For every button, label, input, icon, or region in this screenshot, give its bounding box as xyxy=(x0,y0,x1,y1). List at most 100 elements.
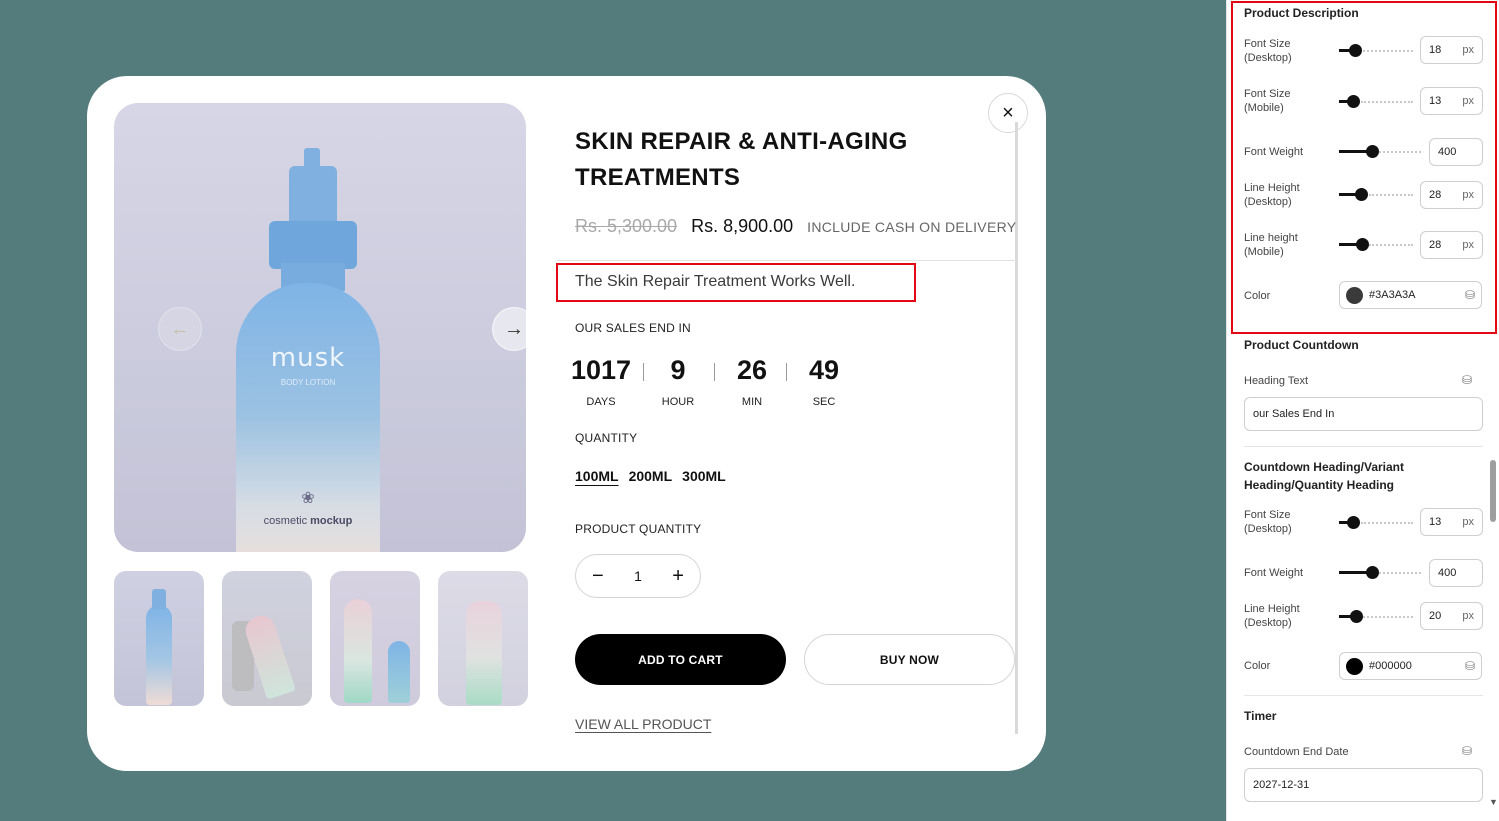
heading-color-picker[interactable]: #000000 ⛁ xyxy=(1339,652,1482,680)
product-description: The Skin Repair Treatment Works Well. xyxy=(575,273,856,290)
countdown-heading: OUR SALES END IN xyxy=(575,321,691,335)
label-line: (Mobile) xyxy=(1244,246,1284,258)
variant-300ml[interactable]: 300ML xyxy=(682,468,726,484)
label-line: Font Size xyxy=(1244,509,1291,521)
seconds-value: 49 xyxy=(808,355,840,385)
hours-value: 9 xyxy=(670,355,686,385)
thumbnail-4[interactable] xyxy=(438,571,528,706)
line-height-mobile-label: Line height (Mobile) xyxy=(1244,231,1298,259)
slider-knob[interactable] xyxy=(1347,516,1360,529)
database-icon[interactable]: ⛁ xyxy=(1465,659,1475,673)
heading-font-size-slider[interactable] xyxy=(1339,516,1413,529)
heading-color-label: Color xyxy=(1244,660,1271,672)
scroll-down-icon[interactable]: ▼ xyxy=(1489,797,1498,807)
add-to-cart-button[interactable]: ADD TO CART xyxy=(575,634,786,685)
line-height-desktop-input[interactable]: 28 px xyxy=(1420,181,1483,209)
end-date-input[interactable]: 2027-12-31 xyxy=(1244,768,1483,802)
color-value: #3A3A3A xyxy=(1369,289,1416,301)
variant-100ml[interactable]: 100ML xyxy=(575,468,619,484)
prev-image-button[interactable]: ← xyxy=(158,307,202,351)
color-swatch[interactable] xyxy=(1346,657,1363,675)
quantity-value[interactable]: 1 xyxy=(634,568,642,584)
slider-knob[interactable] xyxy=(1350,610,1363,623)
heading-line-height-input[interactable]: 20 px xyxy=(1420,602,1483,630)
title-line: Countdown Heading/Variant xyxy=(1244,460,1405,474)
price-row: Rs. 5,300.00 Rs. 8,900.00 INCLUDE CASH O… xyxy=(575,216,1016,237)
thumbnail-1[interactable] xyxy=(114,571,204,706)
heading-font-weight-slider[interactable] xyxy=(1339,566,1421,579)
line-height-mobile-slider[interactable] xyxy=(1339,238,1413,251)
label-line: (Desktop) xyxy=(1244,523,1292,535)
slider-knob[interactable] xyxy=(1355,188,1368,201)
font-size-mobile-label: Font Size (Mobile) xyxy=(1244,87,1290,115)
slider-knob[interactable] xyxy=(1356,238,1369,251)
quick-view-modal: musk BODY LOTION ❀ cosmetic mockup ← → ×… xyxy=(87,76,1046,771)
view-all-product-link[interactable]: VIEW ALL PRODUCT xyxy=(575,716,711,732)
font-size-desktop-slider[interactable] xyxy=(1339,44,1413,57)
color-label: Color xyxy=(1244,290,1271,302)
countdown-separator xyxy=(786,363,787,381)
heading-line-height-slider[interactable] xyxy=(1339,610,1413,623)
arrow-right-icon: → xyxy=(504,317,524,340)
value: 28 xyxy=(1429,189,1442,201)
label-line: Line Height xyxy=(1244,603,1300,615)
thumbnail-2[interactable] xyxy=(222,571,312,706)
settings-panel: Product Description Font Size (Desktop) … xyxy=(1226,0,1499,821)
heading-text-label: Heading Text xyxy=(1244,375,1309,387)
days-value: 1017 xyxy=(570,355,632,385)
next-image-button[interactable]: → xyxy=(492,307,526,351)
line-height-mobile-input[interactable]: 28 px xyxy=(1420,231,1483,259)
product-quantity-heading: PRODUCT QUANTITY xyxy=(575,522,702,536)
bottle-brand-text: musk xyxy=(270,343,346,373)
font-weight-input[interactable]: 400 xyxy=(1429,138,1483,166)
font-size-mobile-slider[interactable] xyxy=(1339,95,1413,108)
minus-icon[interactable]: − xyxy=(592,565,604,588)
color-swatch[interactable] xyxy=(1346,286,1363,304)
panel-scrollbar-thumb[interactable] xyxy=(1490,460,1496,522)
section-divider xyxy=(1244,695,1483,696)
close-button[interactable]: × xyxy=(988,93,1028,133)
unit: px xyxy=(1462,95,1474,107)
label-line: (Desktop) xyxy=(1244,617,1292,629)
value: 400 xyxy=(1438,146,1457,158)
mockup-word-a: cosmetic xyxy=(263,515,308,527)
font-weight-slider[interactable] xyxy=(1339,145,1421,158)
thumbnail-strip xyxy=(114,571,528,706)
font-size-desktop-label: Font Size (Desktop) xyxy=(1244,37,1292,65)
buy-now-button[interactable]: BUY NOW xyxy=(804,634,1015,685)
label-line: (Desktop) xyxy=(1244,52,1292,64)
countdown-hours: 9 HOUR xyxy=(658,354,698,408)
timer-section-title: Timer xyxy=(1244,709,1277,723)
value: 13 xyxy=(1429,516,1442,528)
unit: px xyxy=(1462,189,1474,201)
font-size-mobile-input[interactable]: 13 px xyxy=(1420,87,1483,115)
preview-canvas: musk BODY LOTION ❀ cosmetic mockup ← → ×… xyxy=(0,0,1226,821)
cod-note: INCLUDE CASH ON DELIVERY xyxy=(807,219,1017,235)
font-size-desktop-input[interactable]: 18 px xyxy=(1420,36,1483,64)
variant-200ml[interactable]: 200ML xyxy=(629,468,673,484)
plus-icon[interactable]: + xyxy=(672,565,684,588)
thumbnail-3[interactable] xyxy=(330,571,420,706)
database-icon[interactable]: ⛁ xyxy=(1462,744,1472,758)
heading-font-size-input[interactable]: 13 px xyxy=(1420,508,1483,536)
line-height-desktop-slider[interactable] xyxy=(1339,188,1413,201)
slider-knob[interactable] xyxy=(1347,95,1360,108)
minutes-value: 26 xyxy=(736,355,768,385)
value: 400 xyxy=(1438,567,1457,579)
line-height-desktop-label: Line Height (Desktop) xyxy=(1244,181,1300,209)
heading-font-size-label: Font Size (Desktop) xyxy=(1244,508,1292,536)
old-price: Rs. 5,300.00 xyxy=(575,216,678,236)
unit: px xyxy=(1462,44,1474,56)
slider-knob[interactable] xyxy=(1349,44,1362,57)
value: 28 xyxy=(1429,239,1442,251)
database-icon[interactable]: ⛁ xyxy=(1462,373,1472,387)
slider-knob[interactable] xyxy=(1366,145,1379,158)
slider-knob[interactable] xyxy=(1366,566,1379,579)
database-icon[interactable]: ⛁ xyxy=(1465,288,1475,302)
heading-text-input[interactable]: our Sales End In xyxy=(1244,397,1483,431)
heading-font-weight-input[interactable]: 400 xyxy=(1429,559,1483,587)
modal-scrollbar[interactable] xyxy=(1015,122,1018,734)
label-line: Font Size xyxy=(1244,88,1291,100)
description-color-picker[interactable]: #3A3A3A ⛁ xyxy=(1339,281,1482,309)
label-line: (Desktop) xyxy=(1244,196,1292,208)
